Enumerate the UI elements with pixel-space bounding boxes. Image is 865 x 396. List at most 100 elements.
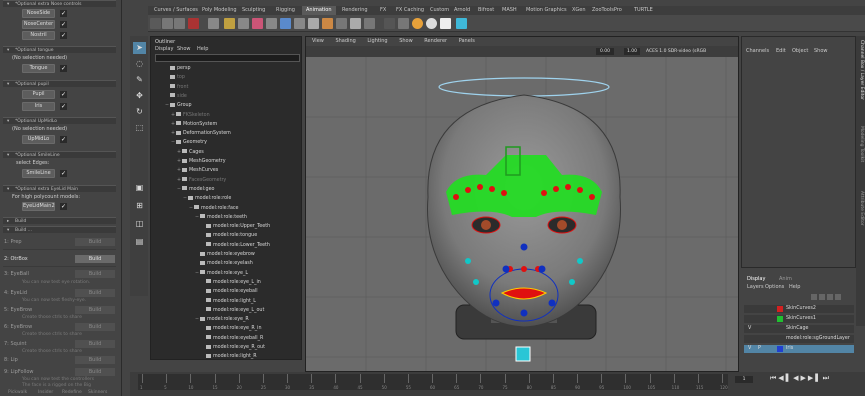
- layer-menu-options[interactable]: Options: [765, 284, 784, 290]
- expand-toggle-icon[interactable]: +: [171, 112, 175, 119]
- side-tab-modeling-toolkit[interactable]: Modeling Toolkit: [857, 126, 864, 186]
- expand-toggle-icon[interactable]: +: [177, 149, 181, 156]
- outliner-item[interactable]: − model:role:face: [151, 205, 301, 212]
- skull-icon[interactable]: [426, 18, 437, 29]
- set-key-icon[interactable]: [188, 18, 199, 29]
- shelf-tab[interactable]: Arnold: [450, 6, 474, 15]
- shelf-tool-icon[interactable]: [384, 18, 395, 29]
- expand-toggle-icon[interactable]: −: [195, 270, 199, 277]
- shelf-tool-icon[interactable]: [294, 18, 305, 29]
- layer-row[interactable]: model:role:sgGroundLayer: [744, 335, 854, 343]
- expand-toggle-icon[interactable]: +: [177, 177, 181, 184]
- step-build-button[interactable]: Build: [75, 270, 115, 278]
- shelf-tab[interactable]: Motion Graphics: [522, 6, 571, 15]
- checkbox-icon[interactable]: ✓: [60, 32, 67, 39]
- checkbox-icon[interactable]: ✓: [60, 21, 67, 28]
- shelf-tool-icon[interactable]: [224, 18, 235, 29]
- shelf-tab[interactable]: Animation: [302, 6, 336, 15]
- rotate-tool-icon[interactable]: ↻: [133, 106, 146, 118]
- shelf-tool-icon[interactable]: [252, 18, 263, 29]
- colorspace-select[interactable]: ACES 1.0 SDR-video (sRGB: [646, 48, 726, 55]
- outliner-item[interactable]: model:role:Upper_Teeth: [151, 223, 301, 230]
- expand-toggle-icon[interactable]: −: [177, 186, 181, 193]
- outliner-menu-show[interactable]: Show: [177, 46, 191, 52]
- checkbox-icon[interactable]: ✓: [60, 91, 67, 98]
- expand-toggle-icon[interactable]: −: [171, 139, 175, 146]
- channel-menu-object[interactable]: Object: [792, 48, 808, 54]
- outliner-item[interactable]: top: [151, 74, 301, 81]
- outliner-search-input[interactable]: [155, 54, 300, 62]
- outliner-item[interactable]: side: [151, 93, 301, 100]
- shelf-menu-icon[interactable]: [150, 18, 161, 29]
- layer-visibility-toggle[interactable]: V: [748, 345, 751, 353]
- section-header[interactable]: ▾ *Optional SmileLine: [3, 151, 116, 158]
- section-header[interactable]: ▾ *Optional extra Nose controls: [3, 0, 116, 7]
- viewport-menu-show[interactable]: Show: [399, 38, 413, 44]
- checkbox-icon[interactable]: ✓: [60, 170, 67, 177]
- layer-color-swatch[interactable]: [777, 316, 783, 322]
- iris-button[interactable]: Iris: [22, 102, 55, 111]
- shelf-tool-icon[interactable]: [398, 18, 409, 29]
- lasso-tool-icon[interactable]: ◌: [133, 58, 146, 70]
- expand-toggle-icon[interactable]: −: [183, 195, 187, 202]
- expand-toggle-icon[interactable]: −: [195, 316, 199, 323]
- nostril-button[interactable]: Nostril: [22, 31, 55, 40]
- shelf-tab[interactable]: ZooToolsPro: [588, 6, 626, 15]
- outliner-item[interactable]: front: [151, 84, 301, 91]
- outliner-item[interactable]: − model:role:teeth: [151, 214, 301, 221]
- checkbox-icon[interactable]: ✓: [60, 103, 67, 110]
- footer-link[interactable]: Redefine: [62, 390, 82, 395]
- checkbox-icon[interactable]: ✓: [60, 203, 67, 210]
- outliner-item[interactable]: model:role:eyeball_R: [151, 335, 301, 342]
- outliner-item[interactable]: − Geometry: [151, 139, 301, 146]
- checkbox-icon[interactable]: ✓: [60, 136, 67, 143]
- paint-select-icon[interactable]: ✎: [133, 74, 146, 86]
- viewport-scene[interactable]: [306, 57, 738, 371]
- field-value[interactable]: 0.00: [596, 48, 614, 55]
- shelf-tab[interactable]: Rigging: [272, 6, 299, 15]
- side-tab-attribute-editor[interactable]: Attribute Editor: [857, 191, 864, 251]
- layer-row[interactable]: V SkinCage: [744, 325, 854, 333]
- shelf-tab[interactable]: FX: [376, 6, 390, 15]
- outliner-item[interactable]: + MeshGeometry: [151, 158, 301, 165]
- expand-toggle-icon[interactable]: +: [177, 167, 181, 174]
- step-build-button[interactable]: Build: [75, 238, 115, 246]
- outliner-item[interactable]: − Group: [151, 102, 301, 109]
- shelf-tool-icon[interactable]: [456, 18, 467, 29]
- footer-link[interactable]: Insider: [38, 390, 53, 395]
- tongue-button[interactable]: Tongue: [22, 64, 55, 73]
- layer-menu-layers[interactable]: Layers: [747, 284, 764, 290]
- layer-tool-icon[interactable]: [819, 294, 825, 300]
- tab-anim[interactable]: Anim: [779, 276, 792, 282]
- step-build-button[interactable]: Build: [75, 289, 115, 297]
- viewport-menu-view[interactable]: View: [312, 38, 324, 44]
- outliner-menu-help[interactable]: Help: [197, 46, 208, 52]
- layer-color-swatch[interactable]: [777, 346, 783, 352]
- shelf-tool-icon[interactable]: [208, 18, 219, 29]
- outliner-item[interactable]: − model:role:eye_L: [151, 270, 301, 277]
- outliner-item[interactable]: + FacesGeometry: [151, 177, 301, 184]
- shelf-tab[interactable]: Rendering: [338, 6, 372, 15]
- upmidlo-button[interactable]: UpMidLo: [22, 135, 55, 144]
- outliner-item[interactable]: − model:geo: [151, 186, 301, 193]
- viewport-panel[interactable]: View Shading Lighting Show Renderer Pane…: [305, 36, 739, 372]
- playback-controls-icon[interactable]: ⏮◀▌◀▶▶▌⏭: [770, 374, 831, 383]
- layer-row[interactable]: SkinCurves2: [744, 305, 854, 313]
- outliner-item[interactable]: model:role:eye_L_in: [151, 279, 301, 286]
- outliner-item[interactable]: − model:role:role: [151, 195, 301, 202]
- shelf-tab[interactable]: Curves / Surfaces: [150, 6, 202, 15]
- section-header[interactable]: ▾ *Optional UpMidLo: [3, 117, 116, 124]
- outliner-item[interactable]: model:role:eye_R_in: [151, 325, 301, 332]
- scale-tool-icon[interactable]: ⬚: [133, 122, 146, 134]
- shelf-tool-icon[interactable]: [162, 18, 173, 29]
- footer-link[interactable]: Pickwalk: [8, 390, 27, 395]
- outliner-item[interactable]: model:role:eyelash: [151, 260, 301, 267]
- outliner-item[interactable]: model:role:eyeball: [151, 288, 301, 295]
- shelf-tool-icon[interactable]: [322, 18, 333, 29]
- layout-single-icon[interactable]: ▣: [133, 182, 146, 194]
- outliner-item[interactable]: + DeformationSystem: [151, 130, 301, 137]
- footer-link[interactable]: Skinners: [88, 390, 107, 395]
- outliner-item[interactable]: model:role:tongue: [151, 232, 301, 239]
- step-build-button[interactable]: Build: [75, 255, 115, 263]
- step-build-button[interactable]: Build: [75, 356, 115, 364]
